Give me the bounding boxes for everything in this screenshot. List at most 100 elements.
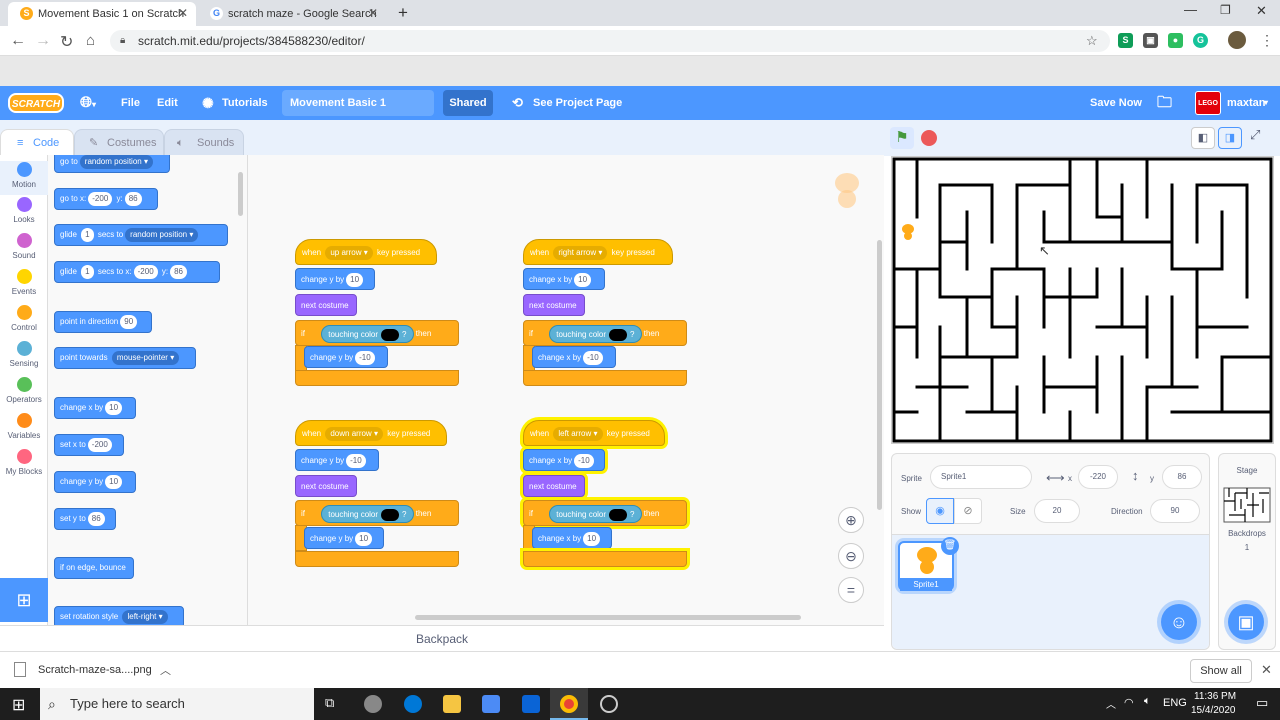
avatar[interactable]: LEGO xyxy=(1195,91,1221,115)
maximize-icon[interactable]: ❐ xyxy=(1220,3,1231,17)
x-input[interactable]: -200 xyxy=(88,191,113,206)
category-operators[interactable]: Operators xyxy=(0,377,48,404)
x-input[interactable]: -220 xyxy=(1078,465,1118,489)
show-hidden-toggle[interactable]: ⊘ xyxy=(954,498,982,524)
size-input[interactable]: 20 xyxy=(1034,499,1080,523)
change-position-block[interactable]: change x by 10 xyxy=(532,527,612,549)
close-tab-icon[interactable]: ✕ xyxy=(368,6,378,20)
close-tab-icon[interactable]: ✕ xyxy=(178,6,188,20)
download-file-name[interactable]: Scratch-maze-sa....png xyxy=(38,664,152,676)
code-workspace[interactable]: when up arrow ▾ key pressed change y by 1… xyxy=(248,155,884,625)
backdrop-thumbnail[interactable] xyxy=(1223,487,1271,523)
category-variables[interactable]: Variables xyxy=(0,413,48,440)
file-explorer-icon[interactable] xyxy=(443,695,461,713)
zoom-out-button[interactable]: ⊖ xyxy=(838,543,864,569)
notification-icon[interactable]: ▭ xyxy=(1256,695,1268,711)
zoom-in-button[interactable]: ⊕ xyxy=(838,507,864,533)
next-costume-block[interactable]: next costume xyxy=(523,294,585,316)
key-dropdown[interactable]: right arrow ▾ xyxy=(553,245,608,260)
task-view-icon[interactable]: ⧉ xyxy=(325,695,334,711)
change-position-block[interactable]: change x by -10 xyxy=(523,449,605,471)
extension-evernote-icon[interactable]: ● xyxy=(1168,33,1183,48)
palette-scrollbar[interactable] xyxy=(238,172,243,216)
next-costume-block[interactable]: next costume xyxy=(295,294,357,316)
extension-shield-icon[interactable]: ▣ xyxy=(1143,33,1158,48)
value-input[interactable]: 10 xyxy=(346,272,364,287)
zoom-reset-button[interactable]: = xyxy=(838,577,864,603)
add-backdrop-button[interactable]: ▣ xyxy=(1228,604,1264,640)
url-field[interactable]: 🔒︎ scratch.mit.edu/projects/384588230/ed… xyxy=(110,30,1110,52)
color-swatch[interactable] xyxy=(609,328,628,341)
touching-color-block[interactable]: touching color? xyxy=(321,504,414,523)
show-visible-toggle[interactable]: ◉ xyxy=(926,498,954,524)
tray-chevron-up-icon[interactable]: ︿ xyxy=(1106,696,1116,711)
palette-block-point-direction[interactable]: point in direction 90 xyxy=(54,311,152,333)
edge-icon[interactable] xyxy=(404,695,422,713)
y-input[interactable]: 86 xyxy=(1162,465,1202,489)
direction-input[interactable]: 90 xyxy=(120,314,138,329)
category-events[interactable]: Events xyxy=(0,269,48,296)
my-stuff-folder-icon[interactable]: 🗀 xyxy=(1157,86,1172,120)
y-input[interactable]: 86 xyxy=(170,264,188,279)
close-download-bar-icon[interactable]: ✕ xyxy=(1261,662,1272,678)
browser-tab-google[interactable]: G scratch maze - Google Search ✕ xyxy=(198,2,386,26)
secs-input[interactable]: 1 xyxy=(81,264,94,279)
extension-s-icon[interactable]: S xyxy=(1118,33,1133,48)
extension-grammarly-icon[interactable]: G xyxy=(1193,33,1208,48)
goto-target-dropdown[interactable]: random position ▾ xyxy=(79,155,153,169)
x-input[interactable]: -200 xyxy=(133,264,158,279)
save-now-button[interactable]: Save Now xyxy=(1090,86,1142,120)
taskbar-search-input[interactable]: ⌕ Type here to search xyxy=(40,688,314,720)
if-then-block[interactable]: if touching color? then xyxy=(523,320,687,346)
close-window-icon[interactable]: ✕ xyxy=(1256,3,1267,19)
show-all-button[interactable]: Show all xyxy=(1190,659,1252,683)
key-dropdown[interactable]: up arrow ▾ xyxy=(325,245,373,260)
if-then-block[interactable]: if touching color? then xyxy=(523,500,687,526)
change-position-block[interactable]: change y by 10 xyxy=(295,268,375,290)
value-input[interactable]: 10 xyxy=(355,531,373,546)
category-sensing[interactable]: Sensing xyxy=(0,341,48,368)
edit-menu[interactable]: Edit xyxy=(157,86,178,120)
forward-icon[interactable]: → xyxy=(35,32,51,50)
workspace-vertical-scrollbar[interactable] xyxy=(877,240,882,510)
category-looks[interactable]: Looks xyxy=(0,197,48,224)
change-position-block[interactable]: change y by -10 xyxy=(304,346,388,368)
palette-block-glide-random[interactable]: glide 1 secs to random position ▾ xyxy=(54,224,228,246)
palette-block-point-towards[interactable]: point towards mouse-pointer ▾ xyxy=(54,347,196,369)
color-swatch[interactable] xyxy=(609,508,628,521)
profile-avatar-icon[interactable] xyxy=(1228,31,1246,49)
new-tab-icon[interactable]: + xyxy=(398,3,408,23)
y-input[interactable]: 86 xyxy=(124,191,142,206)
small-stage-icon[interactable]: ◧ xyxy=(1191,127,1215,149)
if-then-block[interactable]: if touching color? then xyxy=(295,500,459,526)
palette-block-glide-xy[interactable]: glide 1 secs to x: -200 y: 86 xyxy=(54,261,220,283)
add-sprite-button[interactable]: ☺ xyxy=(1161,604,1197,640)
backpack-bar[interactable]: Backpack xyxy=(0,625,884,651)
towards-dropdown[interactable]: mouse-pointer ▾ xyxy=(111,350,180,365)
cat-sprite-icon[interactable] xyxy=(900,223,916,241)
next-costume-block[interactable]: next costume xyxy=(523,475,585,497)
change-position-block[interactable]: change x by -10 xyxy=(532,346,616,368)
username-menu[interactable]: maxtan xyxy=(1227,86,1266,120)
minimize-icon[interactable]: — xyxy=(1184,2,1197,17)
stage-selector-pane[interactable]: Stage Backdrops 1 ▣ xyxy=(1218,453,1276,650)
category-motion[interactable]: Motion xyxy=(0,161,48,195)
volume-icon[interactable]: 🔈︎ xyxy=(1144,695,1151,708)
palette-block-go-to[interactable]: go to random position ▾ xyxy=(54,155,170,173)
chrome-icon[interactable] xyxy=(560,695,578,713)
stage-canvas[interactable]: ↖ xyxy=(891,156,1274,444)
see-project-page-button[interactable]: See Project Page xyxy=(533,86,622,120)
if-then-block[interactable]: if touching color? then xyxy=(295,320,459,346)
tab-sounds[interactable]: 🔈︎ Sounds xyxy=(164,129,244,156)
when-key-pressed-block[interactable]: when right arrow ▾ key pressed xyxy=(523,239,673,265)
next-costume-block[interactable]: next costume xyxy=(295,475,357,497)
tab-code[interactable]: ≡ Code xyxy=(0,129,74,156)
touching-color-block[interactable]: touching color? xyxy=(321,324,414,343)
touching-color-block[interactable]: touching color? xyxy=(549,504,642,523)
value-input[interactable]: 10 xyxy=(105,400,123,415)
value-input[interactable]: -200 xyxy=(87,437,112,452)
when-key-pressed-block[interactable]: when up arrow ▾ key pressed xyxy=(295,239,437,265)
sprite-name-input[interactable]: Sprite1 xyxy=(930,465,1032,489)
palette-block-change-y[interactable]: change y by 10 xyxy=(54,471,136,493)
bookmark-star-icon[interactable]: ☆ xyxy=(1086,30,1098,52)
